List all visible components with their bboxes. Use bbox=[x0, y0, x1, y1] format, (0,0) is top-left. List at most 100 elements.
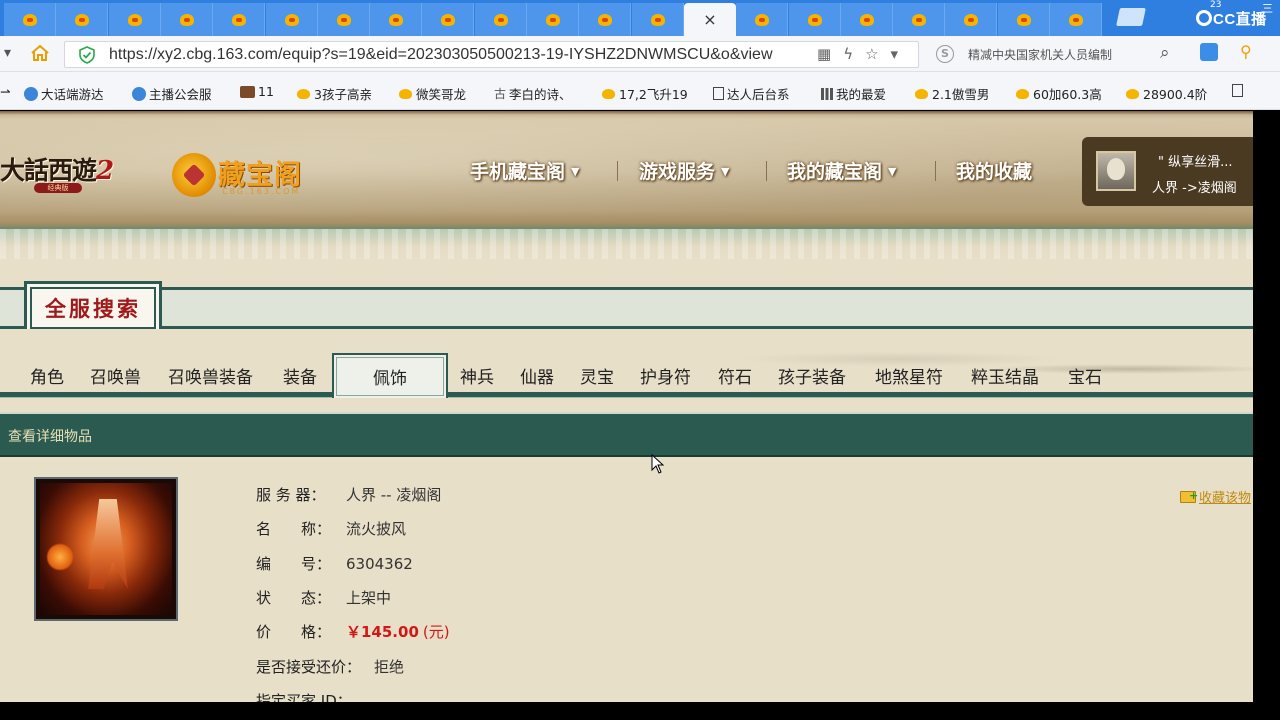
browser-tab[interactable] bbox=[527, 3, 579, 36]
tab-category[interactable]: 灵宝 bbox=[580, 363, 614, 388]
bookmark-item[interactable]: 微笑哥龙 bbox=[398, 84, 466, 103]
browser-tab[interactable] bbox=[841, 3, 893, 36]
game-logo[interactable]: 大話西遊2 bbox=[0, 151, 114, 187]
grid-bookmark-icon bbox=[821, 87, 833, 100]
browser-tab[interactable] bbox=[370, 3, 422, 36]
bookmark-label: 我的最爱 bbox=[836, 87, 887, 102]
nav-my-favorites-label: 我的收藏 bbox=[956, 161, 1033, 183]
bookmark-item[interactable]: 2.1傲雪男 bbox=[914, 84, 989, 103]
browser-tab[interactable] bbox=[945, 3, 997, 36]
nav-my-cbg[interactable]: 我的藏宝阁 ▼ bbox=[787, 157, 896, 184]
new-tab-button[interactable] bbox=[1116, 8, 1146, 26]
bookmark-item[interactable]: 11 bbox=[240, 84, 274, 99]
tab-category[interactable]: 护身符 bbox=[640, 363, 691, 388]
browser-tab[interactable] bbox=[736, 3, 788, 36]
bookmarks-overflow-icon[interactable]: ⇀ bbox=[0, 84, 10, 99]
search-icon[interactable]: ⌕ bbox=[1160, 43, 1170, 63]
user-panel[interactable]: " 纵享丝滑... 人界 ->凌烟阁 bbox=[1082, 137, 1253, 206]
blue-bookmark-icon bbox=[132, 86, 146, 101]
nav-game-services[interactable]: 游戏服务 ▼ bbox=[639, 157, 729, 184]
lightning-icon[interactable]: ϟ bbox=[843, 45, 865, 63]
search-title-band bbox=[0, 287, 1253, 329]
browser-tab[interactable] bbox=[213, 3, 265, 36]
extension-icon[interactable] bbox=[1200, 43, 1218, 61]
url-text[interactable]: https://xy2.cbg.163.com/equip?s=19&eid=2… bbox=[109, 46, 829, 64]
item-field-label: 状 态： bbox=[256, 589, 332, 607]
browser-tab[interactable] bbox=[475, 3, 527, 36]
tab-category[interactable]: 神兵 bbox=[460, 363, 494, 388]
item-field-label: 服 务 器： bbox=[256, 486, 326, 504]
avatar[interactable] bbox=[1096, 151, 1136, 191]
bookmark-doc-icon[interactable] bbox=[1232, 84, 1246, 97]
tab-category-active[interactable]: 佩饰 bbox=[332, 353, 448, 398]
tab-category[interactable]: 装备 bbox=[283, 363, 317, 388]
chick-favicon-icon bbox=[910, 13, 928, 27]
category-underline bbox=[0, 392, 1253, 398]
key-extension-icon[interactable]: ⚲ bbox=[1240, 42, 1252, 61]
chick-favicon-icon bbox=[962, 13, 980, 27]
browser-tab[interactable] bbox=[1050, 3, 1102, 36]
browser-tab-active[interactable]: × bbox=[684, 3, 736, 36]
url-dropdown-icon[interactable]: ▾ bbox=[891, 45, 911, 63]
bookmark-item[interactable]: 古李白的诗、 bbox=[494, 84, 572, 103]
browser-tab[interactable] bbox=[998, 3, 1050, 36]
tab-category[interactable]: 仙器 bbox=[520, 363, 554, 388]
browser-tab[interactable] bbox=[632, 3, 684, 36]
search-box[interactable]: S 精减中央国家机关人员编制 ⌕ bbox=[928, 41, 1188, 68]
cbg-page: 大話西遊2 经典版 藏宝阁 CBG.163.COM 手机藏宝阁 ▼ 游戏服务 ▼ 我… bbox=[0, 111, 1253, 702]
tab-category[interactable]: 宝石 bbox=[1068, 363, 1102, 388]
bookmark-item[interactable]: 达人后台系 bbox=[713, 84, 790, 103]
secure-shield-icon bbox=[79, 46, 95, 64]
tab-category[interactable]: 地煞星符 bbox=[875, 363, 943, 388]
close-tab-icon[interactable]: × bbox=[703, 10, 716, 29]
favorite-item-link[interactable]: 收藏该物 bbox=[1180, 487, 1251, 506]
bookmark-item[interactable]: 我的最爱 bbox=[821, 84, 886, 103]
cbg-logo-icon[interactable] bbox=[172, 153, 216, 197]
browser-tab[interactable] bbox=[893, 3, 945, 36]
url-bar[interactable]: https://xy2.cbg.163.com/equip?s=19&eid=2… bbox=[64, 41, 919, 68]
chick-favicon-icon bbox=[596, 13, 614, 27]
user-server: 人界 ->凌烟阁 bbox=[1152, 181, 1237, 196]
browser-tab[interactable] bbox=[422, 3, 474, 36]
bookmark-item[interactable]: 17,2飞升19 bbox=[601, 84, 688, 103]
nav-my-favorites[interactable]: 我的收藏 bbox=[956, 157, 1032, 184]
browser-tab[interactable] bbox=[56, 3, 108, 36]
bookmark-item[interactable]: 28900.4阶 bbox=[1125, 84, 1207, 103]
tab-category[interactable]: 召唤兽装备 bbox=[168, 363, 253, 388]
browser-tab[interactable] bbox=[318, 3, 370, 36]
bookmark-label: 17,2飞升19 bbox=[619, 87, 688, 102]
bookmark-item[interactable]: 大话端游达 bbox=[24, 84, 104, 103]
tab-category[interactable]: 粹玉结晶 bbox=[971, 363, 1039, 388]
browser-tab[interactable] bbox=[789, 3, 841, 36]
browser-tab[interactable] bbox=[266, 3, 318, 36]
tab-category[interactable]: 角色 bbox=[30, 363, 64, 388]
chick-favicon-icon bbox=[178, 13, 196, 27]
browser-tab[interactable] bbox=[161, 3, 213, 36]
bookmark-item[interactable]: 3孩子高亲 bbox=[296, 84, 372, 103]
char-bookmark-icon: 古 bbox=[494, 87, 507, 101]
overlay-corner-menu: 三 bbox=[1262, 2, 1273, 15]
search-suggestion-text[interactable]: 精减中央国家机关人员编制 bbox=[968, 46, 1112, 63]
home-icon[interactable] bbox=[30, 44, 50, 62]
chick-favicon-icon bbox=[1015, 13, 1033, 27]
chick-favicon-icon bbox=[387, 13, 405, 27]
tab-category[interactable]: 孩子装备 bbox=[778, 363, 846, 388]
chick-bookmark-icon bbox=[1125, 88, 1140, 100]
star-bookmark-icon[interactable]: ☆ bbox=[865, 45, 890, 63]
tab-category[interactable]: 召唤兽 bbox=[90, 363, 141, 388]
bookmark-item[interactable]: 主播公会服 bbox=[132, 84, 212, 103]
browser-tab[interactable] bbox=[4, 3, 56, 36]
doc-icon bbox=[1232, 84, 1243, 97]
item-field-label: 指定买家 ID： bbox=[256, 692, 352, 702]
bookmark-item[interactable]: 60加60.3高 bbox=[1015, 84, 1102, 103]
mouse-cursor-icon bbox=[651, 454, 665, 474]
browser-tab[interactable] bbox=[109, 3, 161, 36]
nav-divider bbox=[766, 161, 767, 181]
nav-mobile-cbg[interactable]: 手机藏宝阁 ▼ bbox=[470, 157, 579, 184]
item-field-row: 价 格： ￥145.00 (元) bbox=[256, 621, 450, 642]
decorative-band bbox=[0, 229, 1253, 259]
qr-code-icon[interactable]: ▦ bbox=[817, 45, 843, 63]
back-dropdown-icon[interactable]: ▾ bbox=[4, 45, 11, 61]
browser-tab[interactable] bbox=[579, 3, 631, 36]
tab-category[interactable]: 符石 bbox=[718, 363, 752, 388]
